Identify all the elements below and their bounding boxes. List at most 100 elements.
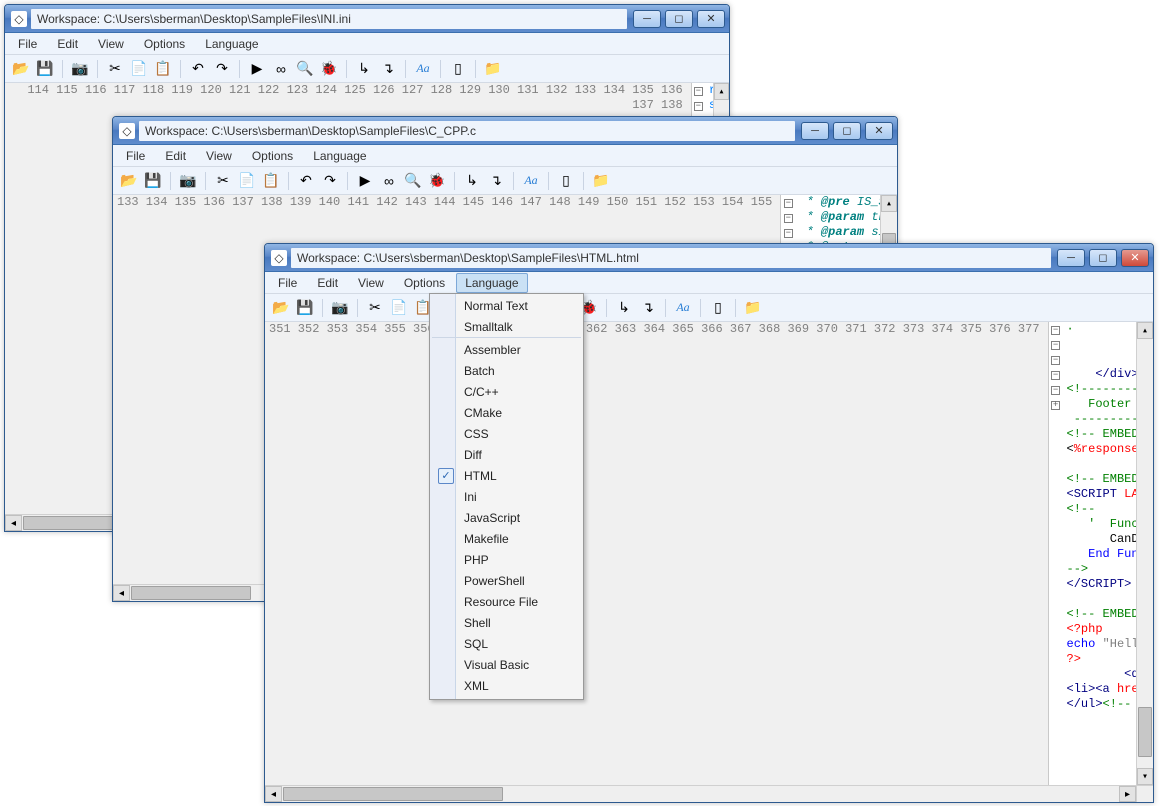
save-icon[interactable]: 💾 [35, 59, 55, 79]
step-into-icon[interactable]: ↳ [614, 298, 634, 318]
titlebar[interactable]: ◇ Workspace: C:\Users\sberman\Desktop\Sa… [113, 117, 897, 145]
menu-edit[interactable]: Edit [308, 273, 347, 293]
menu-options[interactable]: Options [395, 273, 454, 293]
language-option-html[interactable]: ✓HTML [432, 466, 581, 487]
language-menu-dropdown[interactable]: Normal TextSmalltalkAssemblerBatchC/C++C… [429, 293, 584, 700]
find-icon[interactable]: 🔍 [295, 59, 315, 79]
step-over-icon[interactable]: ↴ [638, 298, 658, 318]
copy-icon[interactable]: 📄 [129, 59, 149, 79]
font-aa-icon[interactable]: Aa [413, 59, 433, 79]
window-split-icon[interactable]: ▯ [448, 59, 468, 79]
vertical-scrollbar[interactable]: ▴ ▾ [1136, 322, 1153, 785]
bug-icon[interactable]: 🐞 [319, 59, 339, 79]
language-option-diff[interactable]: Diff [432, 445, 581, 466]
maximize-button[interactable]: ◻ [1089, 249, 1117, 267]
menu-edit[interactable]: Edit [156, 146, 195, 166]
language-option-smalltalk[interactable]: Smalltalk [432, 317, 581, 338]
run-icon[interactable]: ▶ [355, 171, 375, 191]
close-button[interactable]: ✕ [697, 10, 725, 28]
language-option-powershell[interactable]: PowerShell [432, 571, 581, 592]
menu-options[interactable]: Options [243, 146, 302, 166]
menu-edit[interactable]: Edit [48, 34, 87, 54]
open-folder-icon[interactable]: 📂 [11, 59, 31, 79]
undo-icon[interactable]: ↶ [188, 59, 208, 79]
folder2-icon[interactable]: 📁 [591, 171, 611, 191]
language-option-label: Visual Basic [464, 658, 529, 672]
step-over-icon[interactable]: ↴ [378, 59, 398, 79]
open-folder-icon[interactable]: 📂 [271, 298, 291, 318]
paste-icon[interactable]: 📋 [261, 171, 281, 191]
close-button[interactable]: ✕ [1121, 249, 1149, 267]
language-option-label: XML [464, 679, 489, 693]
menu-view[interactable]: View [89, 34, 133, 54]
maximize-button[interactable]: ◻ [665, 10, 693, 28]
language-option-shell[interactable]: Shell [432, 613, 581, 634]
language-option-normal-text[interactable]: Normal Text [432, 296, 581, 317]
step-over-icon[interactable]: ↴ [486, 171, 506, 191]
menu-file[interactable]: File [269, 273, 306, 293]
folder2-icon[interactable]: 📁 [743, 298, 763, 318]
font-aa-icon[interactable]: Aa [673, 298, 693, 318]
minimize-button[interactable]: ─ [633, 10, 661, 28]
redo-icon[interactable]: ↷ [320, 171, 340, 191]
menu-language[interactable]: Language [196, 34, 267, 54]
paste-icon[interactable]: 📋 [153, 59, 173, 79]
menubar: FileEditViewOptionsLanguage [5, 33, 729, 55]
redo-icon[interactable]: ↷ [212, 59, 232, 79]
cut-icon[interactable]: ✂ [213, 171, 233, 191]
menu-file[interactable]: File [117, 146, 154, 166]
window-split-icon[interactable]: ▯ [556, 171, 576, 191]
menu-options[interactable]: Options [135, 34, 194, 54]
titlebar[interactable]: ◇ Workspace: C:\Users\sberman\Desktop\Sa… [5, 5, 729, 33]
language-option-ini[interactable]: Ini [432, 487, 581, 508]
cut-icon[interactable]: ✂ [105, 59, 125, 79]
language-option-batch[interactable]: Batch [432, 361, 581, 382]
copy-icon[interactable]: 📄 [389, 298, 409, 318]
link-icon[interactable]: ∞ [379, 171, 399, 191]
copy-icon[interactable]: 📄 [237, 171, 257, 191]
folder2-icon[interactable]: 📁 [483, 59, 503, 79]
language-option-label: JavaScript [464, 511, 520, 525]
language-option-xml[interactable]: XML [432, 676, 581, 697]
link-icon[interactable]: ∞ [271, 59, 291, 79]
camera-icon[interactable]: 📷 [178, 171, 198, 191]
titlebar[interactable]: ◇ Workspace: C:\Users\sberman\Desktop\Sa… [265, 244, 1153, 272]
horizontal-scrollbar[interactable]: ◂ ▸ [265, 785, 1153, 802]
language-option-c-c-[interactable]: C/C++ [432, 382, 581, 403]
scroll-up-button[interactable]: ▴ [714, 83, 729, 100]
language-option-visual-basic[interactable]: Visual Basic [432, 655, 581, 676]
language-option-css[interactable]: CSS [432, 424, 581, 445]
step-into-icon[interactable]: ↳ [354, 59, 374, 79]
camera-icon[interactable]: 📷 [70, 59, 90, 79]
language-option-cmake[interactable]: CMake [432, 403, 581, 424]
language-option-javascript[interactable]: JavaScript [432, 508, 581, 529]
save-icon[interactable]: 💾 [143, 171, 163, 191]
menu-file[interactable]: File [9, 34, 46, 54]
editor[interactable]: 351 352 353 354 355 356 357 358 359 360 … [265, 322, 1153, 785]
open-folder-icon[interactable]: 📂 [119, 171, 139, 191]
minimize-button[interactable]: ─ [801, 122, 829, 140]
language-option-makefile[interactable]: Makefile [432, 529, 581, 550]
menu-language[interactable]: Language [456, 273, 527, 293]
menu-view[interactable]: View [197, 146, 241, 166]
menu-language[interactable]: Language [304, 146, 375, 166]
step-into-icon[interactable]: ↳ [462, 171, 482, 191]
language-option-assembler[interactable]: Assembler [432, 340, 581, 361]
font-aa-icon[interactable]: Aa [521, 171, 541, 191]
language-option-label: Shell [464, 616, 491, 630]
language-option-sql[interactable]: SQL [432, 634, 581, 655]
window-split-icon[interactable]: ▯ [708, 298, 728, 318]
minimize-button[interactable]: ─ [1057, 249, 1085, 267]
maximize-button[interactable]: ◻ [833, 122, 861, 140]
find-icon[interactable]: 🔍 [403, 171, 423, 191]
run-icon[interactable]: ▶ [247, 59, 267, 79]
save-icon[interactable]: 💾 [295, 298, 315, 318]
cut-icon[interactable]: ✂ [365, 298, 385, 318]
bug-icon[interactable]: 🐞 [427, 171, 447, 191]
close-button[interactable]: ✕ [865, 122, 893, 140]
language-option-php[interactable]: PHP [432, 550, 581, 571]
menu-view[interactable]: View [349, 273, 393, 293]
undo-icon[interactable]: ↶ [296, 171, 316, 191]
camera-icon[interactable]: 📷 [330, 298, 350, 318]
language-option-resource-file[interactable]: Resource File [432, 592, 581, 613]
